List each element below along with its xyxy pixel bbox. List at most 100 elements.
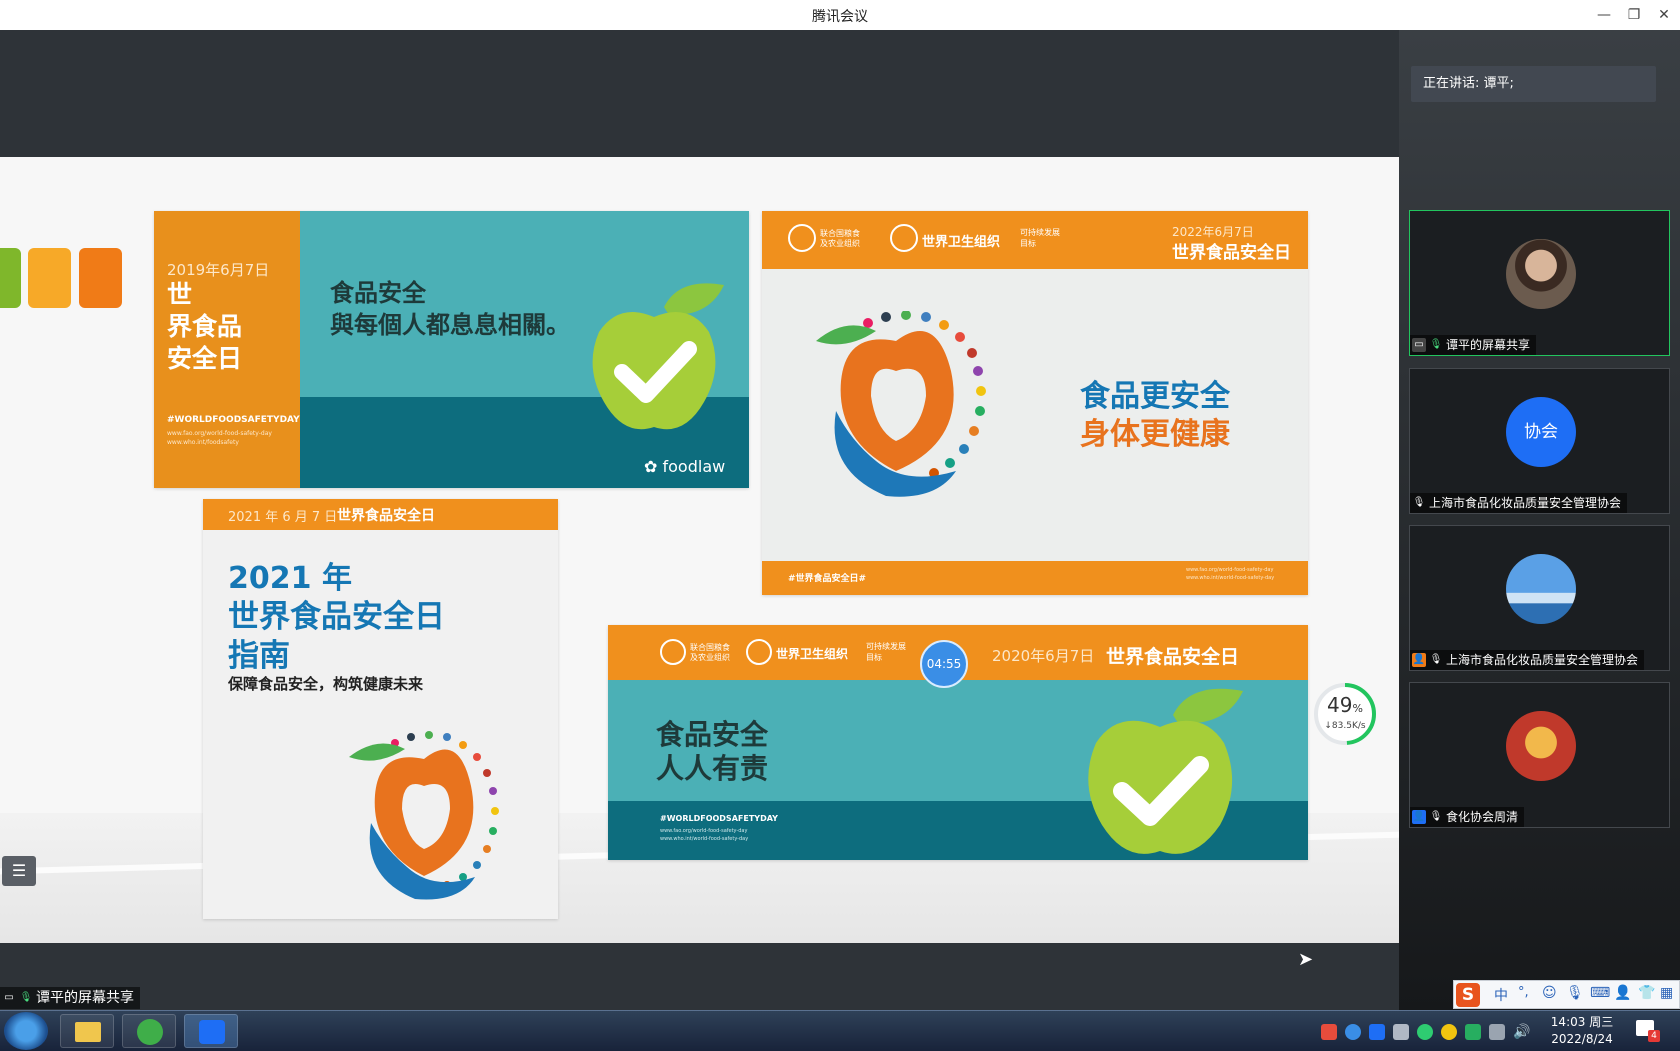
poster-2020-title: 世界食品安全日 — [1106, 646, 1240, 668]
participant-label-1: ▭ 🎙 谭平的屏幕共享 — [1410, 335, 1537, 355]
ime-mode[interactable]: 中 — [1494, 985, 1508, 1005]
poster-2019-headline-2: 與每個人都息息相關。 — [330, 311, 570, 339]
poster-2019-url-2: www.who.int/foodsafety — [167, 439, 239, 446]
restore-button[interactable]: ❐ — [1623, 4, 1645, 26]
poster-2019-side-title-1: 世 — [167, 280, 193, 309]
emoji-icon[interactable]: ☺ — [1542, 985, 1557, 1001]
poster-2020-url-2: www.who.int/world-food-safety-day — [660, 836, 749, 842]
folder-icon — [75, 1022, 101, 1042]
decor-square-yellow — [28, 248, 71, 308]
list-icon: ☰ — [11, 861, 27, 880]
toolbox-icon[interactable]: ▦ — [1660, 985, 1673, 1001]
poster-2020-org-fao: 联合国粮食及农业组织 — [690, 643, 730, 662]
poster-2021-header-date: 2021 年 6 月 7 日 — [228, 510, 338, 525]
ime-punctuation[interactable]: °, — [1518, 985, 1529, 1000]
tray-ime-icon[interactable] — [1465, 1024, 1481, 1040]
speaking-text: 正在讲话: 谭平; — [1423, 76, 1514, 91]
notification-count: 4 — [1648, 1030, 1660, 1042]
poster-2020-date: 2020年6月7日 — [992, 647, 1095, 665]
poster-2019-side-title-2: 界食品 — [167, 312, 243, 341]
presentation-slide: 2019年6月7日 世 界食品 安全日 #WORLDFOODSAFETYDAY … — [0, 157, 1399, 943]
taskbar-tencent-meeting[interactable] — [184, 1014, 238, 1048]
tray-network-icon[interactable] — [1489, 1024, 1505, 1040]
clock-date: 2022/8/24 — [1551, 1032, 1613, 1046]
start-button[interactable] — [4, 1012, 48, 1050]
window-title: 腾讯会议 — [812, 9, 868, 25]
skin-icon[interactable]: 👕 — [1638, 985, 1655, 1001]
wechat-icon: ✿ — [644, 457, 658, 476]
tray-printer-icon[interactable] — [1393, 1024, 1409, 1040]
tray-security-icon[interactable] — [1441, 1024, 1457, 1040]
participant-label-2: 🎙 上海市食品化妆品质量安全管理协会 — [1410, 493, 1628, 513]
taskbar: 🔊 14:03 周三 2022/8/24 4 — [0, 1010, 1680, 1051]
fao-logo-icon — [788, 224, 816, 252]
poster-2022-hashtag: #世界食品安全日# — [788, 574, 867, 584]
poster-2019-url-1: www.fao.org/world-food-safety-day — [167, 430, 272, 437]
network-percent-unit: % — [1352, 702, 1363, 715]
keyboard-icon[interactable]: ⌨ — [1590, 985, 1610, 1001]
poster-2022-url-1: www.fao.org/world-food-safety-day — [1186, 567, 1274, 573]
voice-input-icon[interactable]: 🎙 — [1566, 985, 1584, 1001]
poster-2021-subtitle: 保障食品安全，构筑健康未来 — [228, 675, 424, 693]
poster-2022-org-who: 世界卫生组织 — [922, 235, 1001, 250]
poster-2019-brand-text: foodlaw — [662, 457, 726, 476]
taskbar-explorer[interactable] — [60, 1014, 114, 1048]
screen-share-icon: ▭ — [4, 992, 14, 1003]
participant-tile-4[interactable]: 👤 🎙 食化协会周清 — [1409, 682, 1670, 828]
microphone-muted-icon: 🎙 — [1412, 497, 1426, 508]
browser-icon — [137, 1019, 163, 1045]
poster-2019: 2019年6月7日 世 界食品 安全日 #WORLDFOODSAFETYDAY … — [154, 211, 749, 488]
poster-2019-side-title-3: 安全日 — [167, 344, 243, 373]
poster-2022-org-sdg: 可持续发展目标 — [1020, 228, 1060, 248]
screen-share-icon: ▭ — [1412, 338, 1426, 352]
participant-name-1: 谭平的屏幕共享 — [1446, 338, 1531, 352]
decor-square-green — [0, 248, 21, 308]
tencent-meeting-icon — [199, 1020, 225, 1044]
mouse-cursor-icon: ➤ — [1298, 949, 1314, 970]
notification-button[interactable]: 4 — [1636, 1020, 1660, 1042]
poster-2019-hashtag: #WORLDFOODSAFETYDAY — [167, 415, 300, 425]
poster-2022-org-fao: 联合国粮食及农业组织 — [820, 229, 860, 248]
heart-hand-logo-icon — [349, 731, 499, 900]
microphone-icon: 🎙 — [19, 992, 33, 1003]
participant-tile-1[interactable]: ▭ 🎙 谭平的屏幕共享 — [1409, 210, 1670, 356]
participant-label-3: 👤 🎙 上海市食品化妆品质量安全管理协会 — [1410, 650, 1645, 670]
user-icon[interactable]: 👤 — [1614, 985, 1631, 1001]
tray-player-icon[interactable] — [1345, 1024, 1361, 1040]
outline-list-button[interactable]: ☰ — [2, 856, 36, 886]
poster-2019-headline-1: 食品安全 — [330, 279, 426, 307]
taskbar-browser[interactable] — [122, 1014, 176, 1048]
screen-share-caption-text: 谭平的屏幕共享 — [36, 990, 134, 1006]
poster-2022-title: 世界食品安全日 — [1172, 243, 1291, 263]
speaking-indicator: 正在讲话: 谭平; — [1411, 66, 1656, 102]
avatar: 协会 — [1506, 397, 1576, 467]
network-percent: 49 — [1327, 693, 1353, 717]
who-logo-icon — [890, 224, 918, 252]
tray-app-icon[interactable] — [1321, 1024, 1337, 1040]
poster-2022: 联合国粮食及农业组织 世界卫生组织 可持续发展目标 2022年6月7日 世界食品… — [762, 211, 1308, 595]
poster-2021-title-2: 指南 — [228, 638, 290, 674]
minimize-button[interactable]: — — [1593, 4, 1615, 26]
poster-2021-header-title: 世界食品安全日 — [337, 508, 435, 524]
microphone-icon: 🎙 — [1429, 339, 1443, 350]
network-percent-box: 49% — [1313, 693, 1377, 717]
screen-share-caption: ▭ 🎙 谭平的屏幕共享 — [0, 987, 140, 1009]
close-button[interactable]: ✕ — [1653, 4, 1675, 26]
participant-tile-2[interactable]: 协会 🎙 上海市食品化妆品质量安全管理协会 — [1409, 368, 1670, 514]
ime-toolbar[interactable]: S 中 °, ☺ 🎙 ⌨ 👤 👕 ▦ — [1453, 980, 1680, 1009]
participant-sidebar: 正在讲话: 谭平; ▭ 🎙 谭平的屏幕共享 协会 🎙 上海市食品化妆品质量安全管… — [1399, 30, 1680, 1016]
tray-wechat-icon[interactable] — [1417, 1024, 1433, 1040]
network-gauge[interactable]: 49% ↓83.5K/s — [1313, 682, 1377, 746]
microphone-muted-icon: 🎙 — [1429, 811, 1443, 822]
taskbar-clock[interactable]: 14:03 周三 2022/8/24 — [1546, 1014, 1618, 1048]
avatar — [1506, 711, 1576, 781]
participant-tile-3[interactable]: 👤 🎙 上海市食品化妆品质量安全管理协会 — [1409, 525, 1670, 671]
network-speed: ↓83.5K/s — [1324, 721, 1366, 731]
recording-timer[interactable]: 04:55 — [920, 640, 968, 688]
participant-name-3: 上海市食品化妆品质量安全管理协会 — [1446, 653, 1639, 667]
heart-hand-logo-icon — [816, 311, 986, 497]
tray-meeting-icon[interactable] — [1369, 1024, 1385, 1040]
tray-volume-icon[interactable]: 🔊 — [1513, 1024, 1530, 1040]
who-logo-icon — [746, 639, 772, 665]
poster-2020-org-who: 世界卫生组织 — [776, 647, 849, 661]
